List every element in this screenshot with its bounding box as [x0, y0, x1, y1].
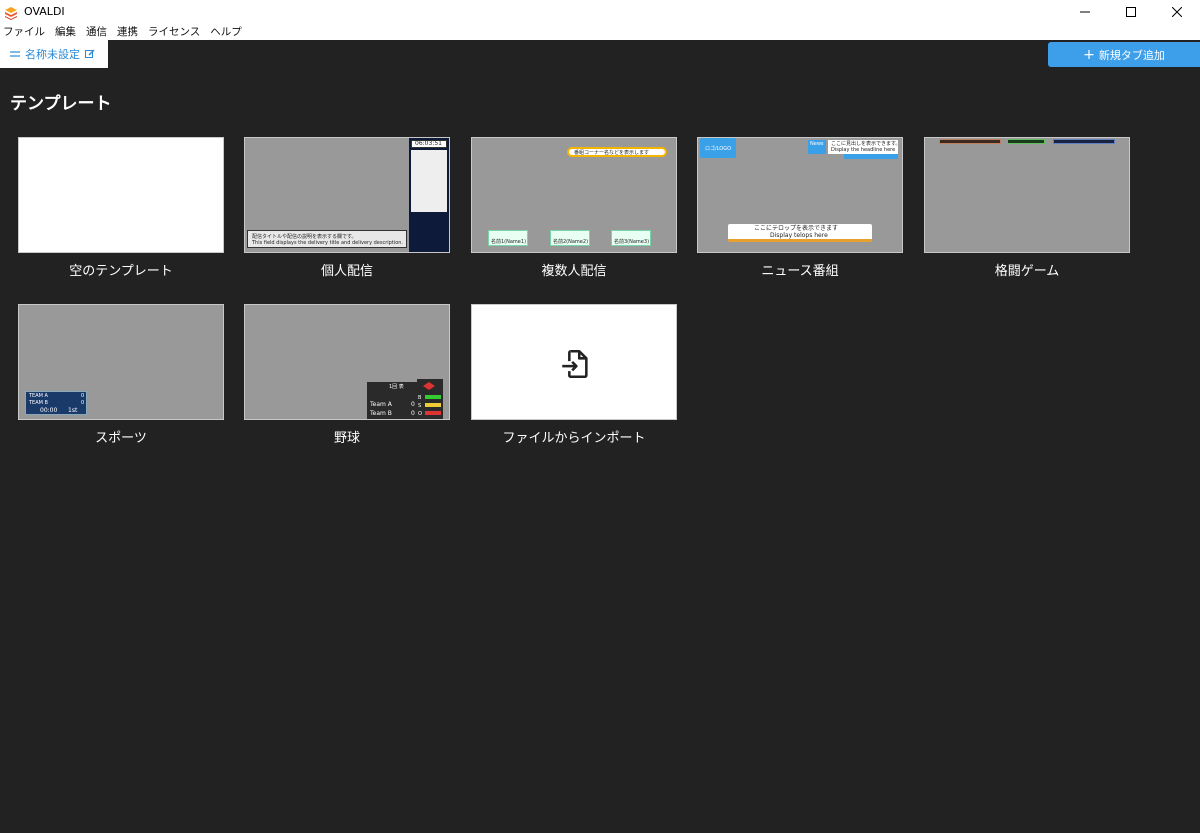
template-label: スポーツ: [95, 431, 147, 446]
side-info: [411, 150, 447, 212]
template-thumbnail[interactable]: 1回 表 Team A 0 Team B 0 B S O: [244, 304, 450, 420]
tab-label: 名称未設定: [25, 48, 80, 61]
template-label: 野球: [333, 431, 360, 446]
telop-box: ここにテロップを表示できます Display telops here: [728, 224, 872, 242]
ball-lights: [425, 395, 441, 399]
team-a-score: 0: [81, 393, 85, 399]
ball-label: B: [418, 395, 422, 401]
caption-en: This field displays the delivery title a…: [252, 240, 404, 246]
maximize-button[interactable]: [1108, 0, 1154, 23]
title-bar: OVALDI: [0, 0, 1200, 23]
headline-bar: [844, 154, 898, 159]
news-badge: News: [808, 140, 826, 154]
team-a-score: 0: [411, 401, 415, 408]
minimize-icon: [1080, 11, 1090, 12]
template-thumbnail[interactable]: ロゴ/LOGO News ここに見出しを表示できます。 Display the …: [697, 137, 903, 253]
close-icon: [1172, 6, 1182, 17]
maximize-icon: [1126, 6, 1136, 17]
template-card-personal[interactable]: 06:03:51 配信タイトルや配信の説明を表示する欄です。 This fiel…: [244, 137, 450, 279]
menu-communication[interactable]: 通信: [86, 24, 107, 39]
team-a-name: TEAM A: [29, 393, 48, 399]
plus-icon: +: [1083, 46, 1095, 63]
window-controls: [1062, 0, 1200, 23]
out-label: O: [418, 411, 422, 417]
game-clock: 00:00: [40, 407, 58, 414]
menu-bar: ファイル 編集 通信 連携 ライセンス ヘルプ: [0, 23, 1200, 40]
telop-en: Display telops here: [770, 232, 828, 239]
template-thumbnail[interactable]: 06:03:51 配信タイトルや配信の説明を表示する欄です。 This fiel…: [244, 137, 450, 253]
logo-text: ロゴ/LOGO: [705, 146, 732, 152]
menu-edit[interactable]: 編集: [55, 24, 76, 39]
template-card-blank[interactable]: 空のテンプレート: [18, 137, 224, 279]
template-card-fighting[interactable]: 格闘ゲーム: [924, 137, 1130, 279]
template-thumbnail[interactable]: TEAM A 0 TEAM B 0 00:00 1st: [18, 304, 224, 420]
add-tab-button[interactable]: + 新規タブ追加: [1048, 42, 1200, 67]
headline-box: ここに見出しを表示できます。 Display the headline here: [828, 140, 901, 154]
corner-text: 番組コーナー名などを表示します: [574, 150, 650, 156]
game-period: 1st: [68, 407, 78, 414]
name-text: 名前3(Name3): [614, 239, 650, 245]
section-title: テンプレート: [10, 94, 112, 114]
baseball-scoreboard: 1回 表 Team A 0 Team B 0: [367, 382, 417, 419]
name-box: 名前2(Name2): [550, 230, 590, 246]
add-tab-label: 新規タブ追加: [1098, 48, 1165, 62]
out-lights: [425, 411, 441, 415]
team-b-score: 0: [411, 410, 415, 417]
template-label: 個人配信: [320, 264, 373, 279]
ovaldi-logo-icon: [4, 5, 18, 20]
template-card-news[interactable]: ロゴ/LOGO News ここに見出しを表示できます。 Display the …: [697, 137, 903, 279]
template-card-baseball[interactable]: 1回 表 Team A 0 Team B 0 B S O 野球: [244, 304, 450, 446]
team-b-name: Team B: [370, 410, 392, 417]
template-thumbnail[interactable]: [18, 137, 224, 253]
caption-box: 配信タイトルや配信の説明を表示する欄です。 This field display…: [247, 230, 407, 248]
name-box: 名前1(Name1): [488, 230, 528, 246]
headline-en: Display the headline here: [831, 147, 896, 153]
name-box: 名前3(Name3): [611, 230, 651, 246]
base-diamond-icon: [423, 382, 435, 390]
menu-license[interactable]: ライセンス: [148, 24, 200, 39]
name-text: 名前1(Name1): [491, 239, 527, 245]
edit-icon[interactable]: [85, 49, 95, 59]
template-card-multi[interactable]: 番組コーナー名などを表示します 名前1(Name1) 名前2(Name2) 名前…: [471, 137, 677, 279]
count-panel: B S O: [417, 379, 443, 419]
scoreboard: TEAM A 0 TEAM B 0 00:00 1st: [25, 391, 87, 415]
tab-untitled[interactable]: 名称未設定: [0, 40, 108, 68]
name-text: 名前2(Name2): [553, 239, 589, 245]
clock-text: 06:03:51: [415, 140, 442, 147]
template-card-sports[interactable]: TEAM A 0 TEAM B 0 00:00 1st スポーツ: [18, 304, 224, 446]
close-button[interactable]: [1154, 0, 1200, 23]
template-card-import[interactable]: ファイルからインポート: [471, 304, 677, 446]
team-b-name: TEAM B: [29, 400, 48, 406]
template-thumbnail[interactable]: 番組コーナー名などを表示します 名前1(Name1) 名前2(Name2) 名前…: [471, 137, 677, 253]
corner-box: 番組コーナー名などを表示します: [567, 147, 667, 157]
player-bar: [1053, 139, 1115, 144]
template-label: ファイルからインポート: [502, 431, 646, 446]
team-a-name: Team A: [370, 401, 392, 408]
template-label: 格闘ゲーム: [994, 264, 1060, 279]
clock-box: 06:03:51: [411, 140, 447, 148]
strike-lights: [425, 403, 441, 407]
file-import-icon: [562, 349, 588, 379]
logo-box: ロゴ/LOGO: [700, 138, 736, 158]
template-label: 空のテンプレート: [69, 264, 173, 279]
player-bar: [939, 139, 1001, 144]
app-title: OVALDI: [24, 5, 65, 18]
template-thumbnail[interactable]: [924, 137, 1130, 253]
round-bar: [1007, 139, 1045, 144]
inning-text: 1回 表: [389, 384, 404, 390]
minimize-button[interactable]: [1062, 0, 1108, 23]
strike-label: S: [418, 403, 422, 409]
template-label: 複数人配信: [541, 264, 607, 279]
menu-help[interactable]: ヘルプ: [210, 24, 242, 39]
template-thumbnail[interactable]: [471, 304, 677, 420]
menu-integration[interactable]: 連携: [117, 24, 138, 39]
menu-file[interactable]: ファイル: [3, 24, 45, 39]
template-label: ニュース番組: [761, 264, 839, 279]
news-badge-text: News: [810, 141, 824, 147]
team-b-score: 0: [81, 400, 85, 406]
drag-handle-icon[interactable]: [10, 50, 20, 58]
